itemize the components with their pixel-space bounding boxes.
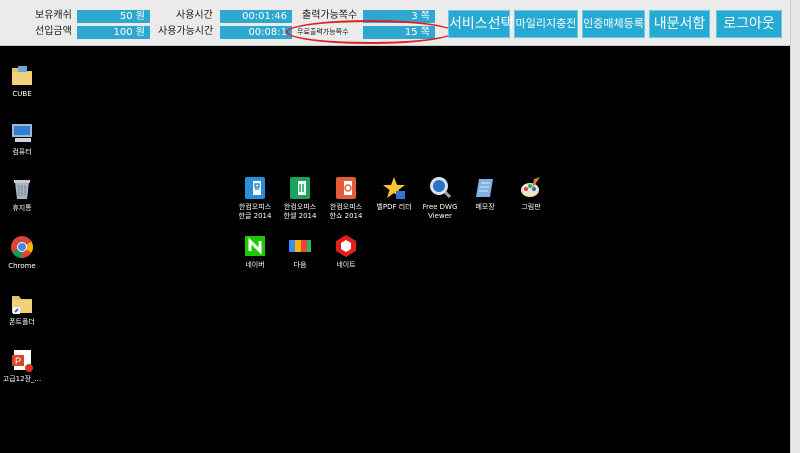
prepaid-label: 선입금액 [35, 26, 72, 37]
daum-icon [289, 240, 311, 252]
kiosk-status-bar: 보유캐쉬 50 원 선입금액 100 원 사용시간 00:01:46 사용가능시… [0, 0, 790, 46]
mileage-charge-button[interactable]: 마일리지충전 [514, 10, 578, 38]
folder-icon [12, 296, 32, 314]
my-documents-button[interactable]: 내문서함 [649, 10, 710, 38]
svg-text:P: P [15, 356, 21, 366]
hangul-icon [245, 177, 265, 199]
hanshow-icon [336, 177, 356, 199]
balance-label: 보유캐쉬 [35, 10, 72, 21]
dwg-viewer-icon [430, 177, 452, 199]
desktop-icon-powerpoint[interactable]: P 고급12장_... [0, 347, 50, 384]
usage-time-value: 00:01:46 [220, 10, 292, 23]
desktop-icon-recycle-bin[interactable]: 휴지통 [0, 176, 50, 213]
hancell-icon [290, 177, 310, 199]
available-time-label: 사용가능시간 [158, 26, 214, 37]
prepaid-value: 100 원 [77, 26, 150, 39]
service-select-button[interactable]: 서비스선택 [448, 10, 513, 38]
highlight-oval [286, 20, 454, 44]
logout-button[interactable]: 로그아웃 [716, 10, 782, 38]
balance-value: 50 원 [77, 10, 150, 23]
auth-media-button[interactable]: 인증매체등록 [582, 10, 645, 38]
nate-icon [336, 235, 356, 257]
desktop-icon-cube[interactable]: CUBE [0, 62, 50, 99]
recycle-bin-icon [14, 180, 30, 199]
chrome-icon [11, 236, 33, 258]
right-scrollbar[interactable] [790, 0, 800, 453]
computer-icon [12, 124, 32, 142]
folder-icon [12, 66, 32, 85]
desktop-icon-paint[interactable]: 그림판 [503, 175, 559, 212]
desktop-icon-nate[interactable]: 네이트 [318, 233, 374, 270]
paint-icon [521, 177, 540, 197]
usage-time-label: 사용시간 [176, 10, 213, 21]
desktop-icon-chrome[interactable]: Chrome [0, 234, 50, 271]
desktop-icon-font-folder[interactable]: 폰트폴더 [0, 290, 50, 327]
powerpoint-icon: P [12, 350, 33, 372]
available-time-value: 00:08:1 [220, 26, 292, 39]
notepad-icon [476, 179, 493, 197]
desktop-icon-computer[interactable]: 컴퓨터 [0, 120, 50, 157]
naver-icon [245, 236, 265, 256]
pdf-reader-icon [383, 177, 405, 199]
